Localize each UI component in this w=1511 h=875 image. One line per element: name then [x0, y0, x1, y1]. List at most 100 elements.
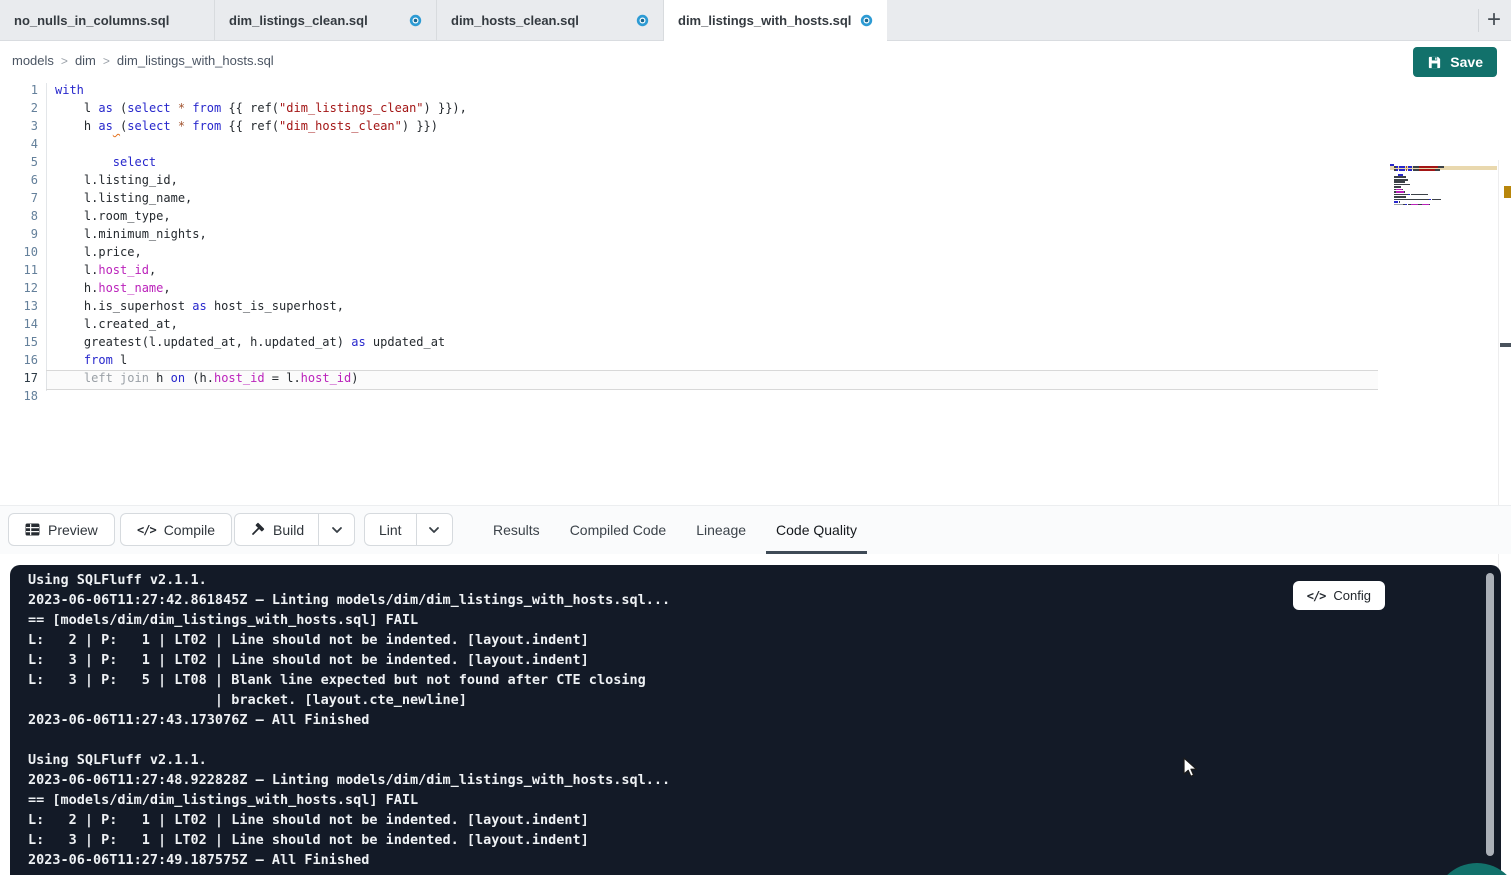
- build-button-label: Build: [273, 522, 304, 538]
- code-line[interactable]: h as (select * from {{ ref("dim_hosts_cl…: [55, 119, 1391, 137]
- save-button-label: Save: [1450, 54, 1483, 70]
- tab-label: dim_listings_with_hosts.sql: [678, 13, 851, 28]
- config-button-label: Config: [1333, 588, 1371, 603]
- line-number: 9: [0, 227, 38, 245]
- line-number: 15: [0, 335, 38, 353]
- terminal-line: L: 3 | P: 5 | LT08 | Blank line expected…: [28, 672, 1371, 692]
- modified-dot-icon: [852, 14, 873, 27]
- tab-label: dim_listings_clean.sql: [229, 13, 368, 28]
- minimap-line: [1390, 184, 1500, 186]
- terminal-line: [28, 732, 1371, 752]
- config-button[interactable]: </> Config: [1293, 581, 1385, 610]
- code-line[interactable]: with: [55, 83, 1391, 101]
- gutter-border: [46, 83, 47, 391]
- minimap-line: [1390, 181, 1500, 183]
- panel-tab-label: Compiled Code: [570, 522, 667, 538]
- minimap-line: [1390, 194, 1500, 196]
- panel-tab-results[interactable]: Results: [483, 506, 550, 554]
- editor-minimap[interactable]: [1390, 164, 1500, 212]
- code-line[interactable]: l.price,: [55, 245, 1391, 263]
- tab-label: dim_hosts_clean.sql: [451, 13, 579, 28]
- code-lines[interactable]: with l as (select * from {{ ref("dim_lis…: [55, 83, 1391, 407]
- terminal-line: 2023-06-06T11:27:42.861845Z — Linting mo…: [28, 592, 1371, 612]
- editor-tabs: no_nulls_in_columns.sql dim_listings_clea…: [0, 0, 887, 41]
- line-number: 7: [0, 191, 38, 209]
- preview-button[interactable]: Preview: [8, 513, 115, 546]
- lint-button[interactable]: Lint: [365, 514, 416, 545]
- tab-label: no_nulls_in_columns.sql: [14, 13, 169, 28]
- editor-tab[interactable]: dim_hosts_clean.sql: [437, 0, 664, 41]
- editor-tab[interactable]: dim_listings_clean.sql: [215, 0, 437, 41]
- overview-ruler-marker: [1504, 186, 1511, 198]
- editor-tab[interactable]: no_nulls_in_columns.sql: [0, 0, 215, 41]
- minimap-line: [1390, 179, 1500, 181]
- preview-button-label: Preview: [48, 522, 98, 538]
- line-number: 12: [0, 281, 38, 299]
- line-number: 3: [0, 119, 38, 137]
- line-number: 17: [0, 371, 38, 389]
- code-line[interactable]: l.created_at,: [55, 317, 1391, 335]
- code-brackets-icon: </>: [137, 523, 156, 537]
- build-dropdown-button[interactable]: [318, 514, 354, 545]
- code-line[interactable]: greatest(l.updated_at, h.updated_at) as …: [55, 335, 1391, 353]
- panel-tab-lineage[interactable]: Lineage: [686, 506, 756, 554]
- panel-tab-label: Code Quality: [776, 522, 857, 538]
- lint-dropdown-button[interactable]: [416, 514, 452, 545]
- scrollbar-position-marker[interactable]: [1500, 343, 1511, 347]
- code-line[interactable]: l.room_type,: [55, 209, 1391, 227]
- minimap-line: [1390, 191, 1500, 193]
- lint-button-label: Lint: [379, 522, 402, 538]
- terminal-output: Using SQLFluff v2.1.1.2023-06-06T11:27:4…: [28, 572, 1371, 872]
- code-line[interactable]: l.listing_name,: [55, 191, 1391, 209]
- terminal-line: L: 3 | P: 1 | LT02 | Line should not be …: [28, 652, 1371, 672]
- new-tab-button[interactable]: +: [1481, 4, 1507, 36]
- breadcrumb-item[interactable]: dim_listings_with_hosts.sql: [117, 53, 274, 68]
- modified-dot-icon: [401, 14, 422, 27]
- code-line[interactable]: h.is_superhost as host_is_superhost,: [55, 299, 1391, 317]
- compile-button[interactable]: </> Compile: [120, 513, 232, 546]
- hammer-icon: [249, 522, 265, 538]
- breadcrumb-item[interactable]: models: [12, 53, 54, 68]
- line-number: 10: [0, 245, 38, 263]
- terminal-scrollbar-thumb[interactable]: [1486, 573, 1494, 856]
- terminal-line: | bracket. [layout.cte_newline]: [28, 692, 1371, 712]
- code-line[interactable]: l as (select * from {{ ref("dim_listings…: [55, 101, 1391, 119]
- code-editor[interactable]: 123456789101112131415161718 with l as (s…: [0, 80, 1511, 505]
- terminal-line: L: 3 | P: 1 | LT02 | Line should not be …: [28, 832, 1371, 852]
- panel-tab-label: Lineage: [696, 522, 746, 538]
- terminal-line: 2023-06-06T11:27:43.173076Z — All Finish…: [28, 712, 1371, 732]
- lint-button-group: Lint: [364, 513, 453, 546]
- code-line[interactable]: select: [55, 155, 1391, 173]
- terminal-line: L: 2 | P: 1 | LT02 | Line should not be …: [28, 632, 1371, 652]
- line-number: 18: [0, 389, 38, 407]
- breadcrumb: models>dim>dim_listings_with_hosts.sql: [12, 41, 274, 80]
- line-number: 2: [0, 101, 38, 119]
- build-button[interactable]: Build: [235, 514, 318, 545]
- panel-tab-compiled-code[interactable]: Compiled Code: [560, 506, 677, 554]
- code-line[interactable]: h.host_name,: [55, 281, 1391, 299]
- editor-tab[interactable]: dim_listings_with_hosts.sql: [664, 0, 887, 41]
- lint-output-terminal[interactable]: Using SQLFluff v2.1.1.2023-06-06T11:27:4…: [10, 565, 1501, 875]
- code-line[interactable]: from l: [55, 353, 1391, 371]
- terminal-line: L: 2 | P: 1 | LT02 | Line should not be …: [28, 812, 1371, 832]
- line-number: 14: [0, 317, 38, 335]
- chevron-down-icon: [329, 522, 345, 538]
- panel-tab-code-quality[interactable]: Code Quality: [766, 506, 867, 554]
- line-number: 5: [0, 155, 38, 173]
- save-button[interactable]: Save: [1413, 47, 1497, 77]
- code-line[interactable]: l.listing_id,: [55, 173, 1391, 191]
- code-line[interactable]: l.minimum_nights,: [55, 227, 1391, 245]
- code-line[interactable]: left join h on (h.host_id = l.host_id): [55, 371, 1391, 389]
- code-line[interactable]: [55, 389, 1391, 407]
- line-number-gutter: 123456789101112131415161718: [0, 83, 38, 407]
- minimap-line: [1390, 196, 1500, 198]
- code-line[interactable]: l.host_id,: [55, 263, 1391, 281]
- modified-dot-icon: [628, 14, 649, 27]
- build-button-group: Build: [234, 513, 355, 546]
- minimap-line: [1390, 186, 1500, 188]
- result-panel-tabs: Results Compiled Code Lineage Code Quality: [483, 506, 867, 554]
- breadcrumb-item[interactable]: dim: [75, 53, 96, 68]
- line-number: 6: [0, 173, 38, 191]
- code-line[interactable]: [55, 137, 1391, 155]
- terminal-line: Using SQLFluff v2.1.1.: [28, 572, 1371, 592]
